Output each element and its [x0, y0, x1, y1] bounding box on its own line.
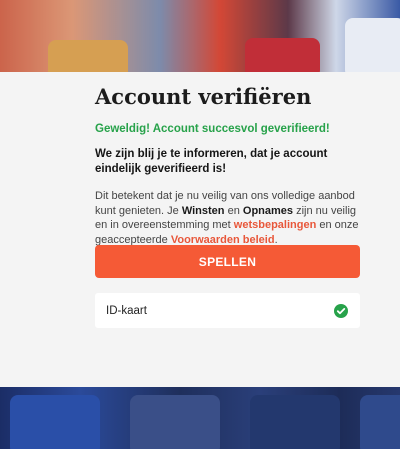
game-thumbnail	[360, 395, 400, 449]
description-part: .	[274, 233, 278, 246]
terms-link[interactable]: wetsbepalingen	[234, 219, 317, 231]
background-game-banner-top	[0, 0, 400, 80]
description-text: Dit betekent dat je nu veilig van ons vo…	[95, 189, 361, 247]
winsten-text: Winsten	[181, 204, 225, 217]
opnames-text: Opnames	[242, 204, 294, 217]
intro-text: We zijn blij je te informeren, dat je ac…	[95, 148, 328, 175]
document-label: ID-kaart	[106, 304, 147, 317]
description-part: en	[224, 204, 243, 217]
check-circle-icon	[334, 303, 348, 318]
play-button[interactable]: SPELLEN	[95, 245, 360, 278]
modal-title: Account verifiëren	[95, 84, 312, 109]
game-thumbnail	[250, 395, 340, 449]
background-game-banner-bottom	[0, 387, 400, 449]
game-thumbnail	[345, 18, 400, 78]
game-thumbnail	[10, 395, 100, 449]
verified-document-row: ID-kaart	[95, 293, 360, 328]
game-thumbnail	[130, 395, 220, 449]
page: Account verifiëren Geweldig! Account suc…	[0, 0, 400, 449]
success-message: Geweldig! Account succesvol geverifieerd…	[95, 123, 330, 135]
verification-modal: Account verifiëren Geweldig! Account suc…	[0, 72, 400, 387]
modal-content: Account verifiëren Geweldig! Account suc…	[95, 84, 361, 247]
conditions-link[interactable]: Voorwaarden beleid	[171, 234, 275, 246]
